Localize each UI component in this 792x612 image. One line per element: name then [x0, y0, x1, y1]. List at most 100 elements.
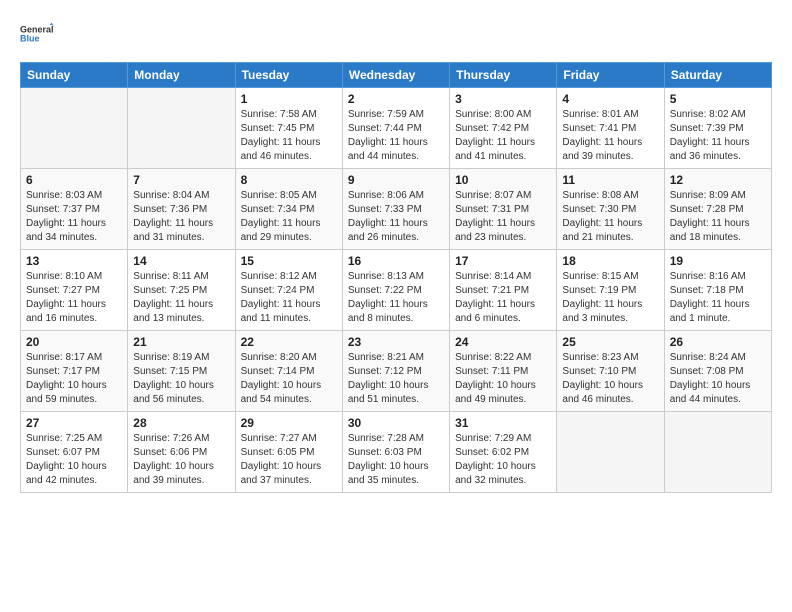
- calendar-cell: 18 Sunrise: 8:15 AM Sunset: 7:19 PM Dayli…: [557, 250, 664, 331]
- calendar-cell: 3 Sunrise: 8:00 AM Sunset: 7:42 PM Daylig…: [450, 88, 557, 169]
- day-number: 27: [26, 416, 122, 430]
- calendar-cell: 17 Sunrise: 8:14 AM Sunset: 7:21 PM Dayli…: [450, 250, 557, 331]
- day-info: Sunrise: 7:29 AM Sunset: 6:02 PM Dayligh…: [455, 432, 551, 488]
- day-info: Sunrise: 7:27 AM Sunset: 6:05 PM Dayligh…: [241, 432, 337, 488]
- calendar-cell: 9 Sunrise: 8:06 AM Sunset: 7:33 PM Daylig…: [342, 169, 449, 250]
- calendar-cell: 23 Sunrise: 8:21 AM Sunset: 7:12 PM Dayli…: [342, 331, 449, 412]
- day-number: 21: [133, 335, 229, 349]
- day-info: Sunrise: 8:23 AM Sunset: 7:10 PM Dayligh…: [562, 351, 658, 407]
- calendar-cell: 28 Sunrise: 7:26 AM Sunset: 6:06 PM Dayli…: [128, 412, 235, 493]
- calendar-cell: 20 Sunrise: 8:17 AM Sunset: 7:17 PM Dayli…: [21, 331, 128, 412]
- calendar-cell: 25 Sunrise: 8:23 AM Sunset: 7:10 PM Dayli…: [557, 331, 664, 412]
- calendar-cell: 16Sunrise: 8:13 AM Sunset: 7:22 PM Dayli…: [342, 250, 449, 331]
- day-number: 1: [241, 92, 337, 106]
- day-info: Sunrise: 8:07 AM Sunset: 7:31 PM Dayligh…: [455, 189, 551, 245]
- day-number: 22: [241, 335, 337, 349]
- svg-text:Blue: Blue: [20, 34, 40, 44]
- day-info: Sunrise: 8:09 AM Sunset: 7:28 PM Dayligh…: [670, 189, 766, 245]
- day-number: 28: [133, 416, 229, 430]
- day-number: 17: [455, 254, 551, 268]
- header: General Blue: [20, 16, 772, 52]
- day-info: Sunrise: 8:24 AM Sunset: 7:08 PM Dayligh…: [670, 351, 766, 407]
- calendar-week-1: 1 Sunrise: 7:58 AM Sunset: 7:45 PM Daylig…: [21, 88, 772, 169]
- day-number: 24: [455, 335, 551, 349]
- day-info: Sunrise: 8:19 AM Sunset: 7:15 PM Dayligh…: [133, 351, 229, 407]
- calendar-cell: 1 Sunrise: 7:58 AM Sunset: 7:45 PM Daylig…: [235, 88, 342, 169]
- day-number: 11: [562, 173, 658, 187]
- day-info: Sunrise: 8:11 AM Sunset: 7:25 PM Dayligh…: [133, 270, 229, 326]
- day-number: 15: [241, 254, 337, 268]
- day-info: Sunrise: 8:05 AM Sunset: 7:34 PM Dayligh…: [241, 189, 337, 245]
- day-number: 10: [455, 173, 551, 187]
- day-number: 25: [562, 335, 658, 349]
- day-number: 6: [26, 173, 122, 187]
- day-info: Sunrise: 8:12 AM Sunset: 7:24 PM Dayligh…: [241, 270, 337, 326]
- weekday-header-row: SundayMondayTuesdayWednesdayThursdayFrid…: [21, 63, 772, 88]
- day-info: Sunrise: 8:03 AM Sunset: 7:37 PM Dayligh…: [26, 189, 122, 245]
- day-info: Sunrise: 8:17 AM Sunset: 7:17 PM Dayligh…: [26, 351, 122, 407]
- calendar-cell: 31 Sunrise: 7:29 AM Sunset: 6:02 PM Dayli…: [450, 412, 557, 493]
- calendar-cell: [128, 88, 235, 169]
- day-number: 7: [133, 173, 229, 187]
- day-number: 8: [241, 173, 337, 187]
- calendar-week-3: 13 Sunrise: 8:10 AM Sunset: 7:27 PM Dayli…: [21, 250, 772, 331]
- calendar-cell: [557, 412, 664, 493]
- calendar-cell: 29 Sunrise: 7:27 AM Sunset: 6:05 PM Dayli…: [235, 412, 342, 493]
- day-info: Sunrise: 7:25 AM Sunset: 6:07 PM Dayligh…: [26, 432, 122, 488]
- day-number: 5: [670, 92, 766, 106]
- calendar-cell: 15 Sunrise: 8:12 AM Sunset: 7:24 PM Dayli…: [235, 250, 342, 331]
- calendar-cell: 19 Sunrise: 8:16 AM Sunset: 7:18 PM Dayli…: [664, 250, 771, 331]
- calendar-cell: 6 Sunrise: 8:03 AM Sunset: 7:37 PM Daylig…: [21, 169, 128, 250]
- logo-svg: General Blue: [20, 16, 56, 52]
- weekday-header-friday: Friday: [557, 63, 664, 88]
- weekday-header-thursday: Thursday: [450, 63, 557, 88]
- calendar-cell: 2 Sunrise: 7:59 AM Sunset: 7:44 PM Daylig…: [342, 88, 449, 169]
- day-number: 20: [26, 335, 122, 349]
- day-info: Sunrise: 7:58 AM Sunset: 7:45 PM Dayligh…: [241, 108, 337, 164]
- day-number: 14: [133, 254, 229, 268]
- day-number: 9: [348, 173, 444, 187]
- day-info: Sunrise: 8:16 AM Sunset: 7:18 PM Dayligh…: [670, 270, 766, 326]
- weekday-header-sunday: Sunday: [21, 63, 128, 88]
- day-info: Sunrise: 8:22 AM Sunset: 7:11 PM Dayligh…: [455, 351, 551, 407]
- day-number: 31: [455, 416, 551, 430]
- day-info: Sunrise: 8:20 AM Sunset: 7:14 PM Dayligh…: [241, 351, 337, 407]
- calendar-cell: 26Sunrise: 8:24 AM Sunset: 7:08 PM Dayli…: [664, 331, 771, 412]
- calendar-cell: 14 Sunrise: 8:11 AM Sunset: 7:25 PM Dayli…: [128, 250, 235, 331]
- day-number: 29: [241, 416, 337, 430]
- day-info: Sunrise: 8:02 AM Sunset: 7:39 PM Dayligh…: [670, 108, 766, 164]
- calendar-cell: 8 Sunrise: 8:05 AM Sunset: 7:34 PM Daylig…: [235, 169, 342, 250]
- calendar-week-2: 6 Sunrise: 8:03 AM Sunset: 7:37 PM Daylig…: [21, 169, 772, 250]
- day-info: Sunrise: 8:15 AM Sunset: 7:19 PM Dayligh…: [562, 270, 658, 326]
- day-number: 19: [670, 254, 766, 268]
- day-info: Sunrise: 7:26 AM Sunset: 6:06 PM Dayligh…: [133, 432, 229, 488]
- day-info: Sunrise: 8:10 AM Sunset: 7:27 PM Dayligh…: [26, 270, 122, 326]
- calendar-cell: 10 Sunrise: 8:07 AM Sunset: 7:31 PM Dayli…: [450, 169, 557, 250]
- day-number: 30: [348, 416, 444, 430]
- calendar-cell: 30Sunrise: 7:28 AM Sunset: 6:03 PM Dayli…: [342, 412, 449, 493]
- calendar-week-4: 20 Sunrise: 8:17 AM Sunset: 7:17 PM Dayli…: [21, 331, 772, 412]
- day-info: Sunrise: 7:59 AM Sunset: 7:44 PM Dayligh…: [348, 108, 444, 164]
- page: General Blue SundayMondayTuesdayWednesda…: [0, 0, 792, 513]
- weekday-header-wednesday: Wednesday: [342, 63, 449, 88]
- calendar-cell: [664, 412, 771, 493]
- day-number: 12: [670, 173, 766, 187]
- calendar-cell: 7Sunrise: 8:04 AM Sunset: 7:36 PM Daylig…: [128, 169, 235, 250]
- logo: General Blue: [20, 16, 56, 52]
- day-info: Sunrise: 8:14 AM Sunset: 7:21 PM Dayligh…: [455, 270, 551, 326]
- day-number: 18: [562, 254, 658, 268]
- day-info: Sunrise: 8:00 AM Sunset: 7:42 PM Dayligh…: [455, 108, 551, 164]
- day-number: 13: [26, 254, 122, 268]
- weekday-header-saturday: Saturday: [664, 63, 771, 88]
- calendar-cell: 22 Sunrise: 8:20 AM Sunset: 7:14 PM Dayli…: [235, 331, 342, 412]
- day-number: 3: [455, 92, 551, 106]
- day-number: 23: [348, 335, 444, 349]
- day-number: 16: [348, 254, 444, 268]
- day-info: Sunrise: 8:08 AM Sunset: 7:30 PM Dayligh…: [562, 189, 658, 245]
- weekday-header-monday: Monday: [128, 63, 235, 88]
- day-number: 2: [348, 92, 444, 106]
- calendar-cell: [21, 88, 128, 169]
- calendar-cell: 12 Sunrise: 8:09 AM Sunset: 7:28 PM Dayli…: [664, 169, 771, 250]
- day-info: Sunrise: 8:06 AM Sunset: 7:33 PM Dayligh…: [348, 189, 444, 245]
- day-info: Sunrise: 8:21 AM Sunset: 7:12 PM Dayligh…: [348, 351, 444, 407]
